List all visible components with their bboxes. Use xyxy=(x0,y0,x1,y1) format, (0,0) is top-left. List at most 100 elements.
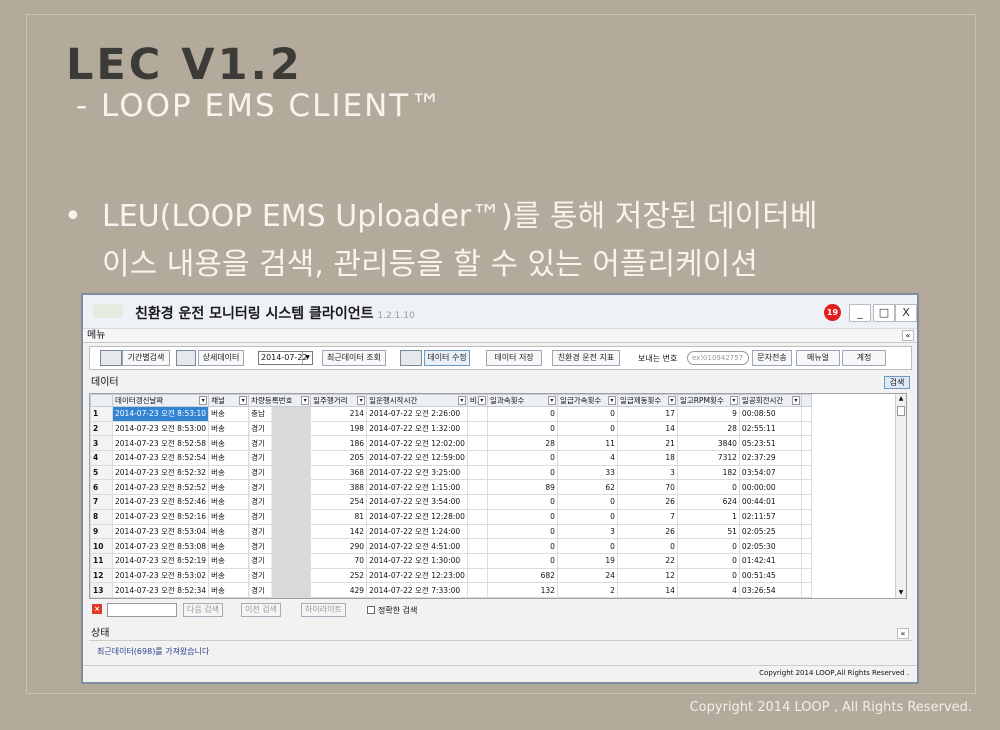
table-row[interactable]: 2 2014-07-23 오전 8:53:00 버송 경기 198 2014-07-22 … xyxy=(90,420,812,437)
table-cell[interactable]: 경기 xyxy=(248,420,312,437)
table-cell[interactable]: 368 xyxy=(310,464,368,481)
table-cell[interactable]: 버송 xyxy=(208,508,250,525)
table-cell[interactable]: 89 xyxy=(486,479,558,496)
row-number[interactable]: 9 xyxy=(90,523,113,540)
table-cell[interactable]: 0 xyxy=(486,508,558,525)
table-cell[interactable]: 2014-07-22 오전 3:25:00 xyxy=(366,464,468,481)
table-cell[interactable]: 290 xyxy=(310,538,368,554)
table-cell[interactable]: 경기 xyxy=(248,450,312,466)
table-cell[interactable] xyxy=(466,508,488,525)
filter-icon[interactable]: ▾ xyxy=(547,396,556,405)
eco-driving-index-button[interactable]: 친환경 운전 지표 xyxy=(552,350,620,366)
table-cell[interactable]: 7312 xyxy=(676,450,740,466)
table-cell[interactable]: 2014-07-23 오전 8:53:00 xyxy=(111,420,210,437)
table-cell[interactable]: 1 xyxy=(676,508,740,525)
phone-input[interactable]: ex)010942757 xyxy=(687,351,749,365)
table-cell[interactable]: 2014-07-23 오전 8:53:04 xyxy=(111,523,210,540)
table-cell[interactable]: 254 xyxy=(310,494,368,510)
table-cell[interactable]: 17 xyxy=(616,406,678,422)
column-header[interactable]: 데이터갱신날짜 ▾ xyxy=(111,394,210,407)
table-cell[interactable]: 경기 xyxy=(248,552,312,569)
row-number[interactable]: 11 xyxy=(90,552,113,569)
period-search-button[interactable]: 기간별검색 xyxy=(122,350,170,366)
table-cell[interactable]: 9 xyxy=(676,406,740,422)
notification-badge[interactable]: 19 xyxy=(824,304,841,321)
table-cell[interactable] xyxy=(466,479,488,496)
table-cell[interactable]: 12 xyxy=(616,567,678,584)
table-cell[interactable]: 경기 xyxy=(248,582,312,598)
table-cell[interactable]: 05:23:51 xyxy=(738,435,802,452)
table-cell[interactable] xyxy=(466,552,488,569)
minimize-button[interactable]: _ xyxy=(849,304,871,322)
table-cell[interactable]: 11 xyxy=(556,435,618,452)
exact-search-checkbox[interactable] xyxy=(367,606,375,614)
table-cell[interactable]: 경기 xyxy=(248,523,312,540)
table-cell[interactable]: 28 xyxy=(676,420,740,437)
table-cell[interactable]: 0 xyxy=(556,508,618,525)
table-cell[interactable] xyxy=(466,538,488,554)
table-row[interactable]: 5 2014-07-23 오전 8:52:32 버송 경기 368 2014-07-22 … xyxy=(90,464,812,481)
table-cell[interactable]: 0 xyxy=(486,464,558,481)
send-sms-button[interactable]: 문자전송 xyxy=(752,350,792,366)
table-cell[interactable]: 0 xyxy=(676,479,740,496)
table-cell[interactable]: 버송 xyxy=(208,435,250,452)
filter-icon[interactable]: ▾ xyxy=(791,396,800,405)
table-cell[interactable]: 2014-07-22 오전 2:26:00 xyxy=(366,406,468,422)
table-cell[interactable]: 0 xyxy=(486,523,558,540)
table-cell[interactable]: 26 xyxy=(616,494,678,510)
table-cell[interactable]: 버송 xyxy=(208,582,250,598)
table-cell[interactable]: 2014-07-23 오전 8:52:19 xyxy=(111,552,210,569)
chevron-down-icon[interactable]: ▼ xyxy=(302,352,312,364)
manual-button[interactable]: 메뉴얼 xyxy=(796,350,840,366)
table-cell[interactable]: 2014-07-22 오전 3:54:00 xyxy=(366,494,468,510)
table-cell[interactable]: 2014-07-23 오전 8:52:54 xyxy=(111,450,210,466)
table-cell[interactable]: 3840 xyxy=(676,435,740,452)
table-cell[interactable]: 00:00:00 xyxy=(738,479,802,496)
table-cell[interactable] xyxy=(466,435,488,452)
table-cell[interactable]: 26 xyxy=(616,523,678,540)
table-cell[interactable]: 2014-07-22 오전 1:30:00 xyxy=(366,552,468,569)
recent-data-button[interactable]: 최근데이터 조회 xyxy=(322,350,386,366)
table-cell[interactable]: 02:37:29 xyxy=(738,450,802,466)
detail-data-button[interactable]: 상세데이터 xyxy=(198,350,244,366)
table-cell[interactable]: 19 xyxy=(556,552,618,569)
table-cell[interactable]: 00:44:01 xyxy=(738,494,802,510)
table-cell[interactable]: 2014-07-23 오전 8:52:32 xyxy=(111,464,210,481)
row-number[interactable]: 8 xyxy=(90,508,113,525)
table-cell[interactable]: 2014-07-23 오전 8:53:02 xyxy=(111,567,210,584)
column-header[interactable]: 일과속횟수 ▾ xyxy=(486,394,558,407)
find-prev-button[interactable]: 이전 검색 xyxy=(241,603,281,617)
table-row[interactable]: 6 2014-07-23 오전 8:52:52 버송 경기 388 2014-07-22 … xyxy=(90,479,812,496)
table-row[interactable]: 4 2014-07-23 오전 8:52:54 버송 경기 205 2014-07-22 … xyxy=(90,450,812,466)
table-cell[interactable]: 0 xyxy=(486,494,558,510)
table-cell[interactable]: 버송 xyxy=(208,552,250,569)
table-cell[interactable]: 0 xyxy=(556,406,618,422)
search-button[interactable]: 검색 xyxy=(884,376,910,389)
table-cell[interactable]: 3 xyxy=(616,464,678,481)
table-cell[interactable]: 경기 xyxy=(248,538,312,554)
table-cell[interactable]: 0 xyxy=(676,567,740,584)
filter-icon[interactable]: ▾ xyxy=(357,396,366,405)
table-cell[interactable]: 252 xyxy=(310,567,368,584)
table-cell[interactable] xyxy=(466,450,488,466)
table-cell[interactable] xyxy=(466,464,488,481)
menu-collapse-icon[interactable]: « xyxy=(902,330,914,341)
table-cell[interactable]: 2014-07-23 오전 8:52:34 xyxy=(111,582,210,598)
table-cell[interactable]: 00:08:50 xyxy=(738,406,802,422)
table-cell[interactable]: 버송 xyxy=(208,523,250,540)
table-cell[interactable]: 2 xyxy=(556,582,618,598)
row-number[interactable]: 4 xyxy=(90,450,113,466)
table-cell[interactable]: 버송 xyxy=(208,567,250,584)
table-cell[interactable]: 4 xyxy=(676,582,740,598)
table-cell[interactable]: 70 xyxy=(616,479,678,496)
table-cell[interactable]: 2014-07-22 오전 1:24:00 xyxy=(366,523,468,540)
table-cell[interactable]: 3 xyxy=(556,523,618,540)
table-row[interactable]: 12 2014-07-23 오전 8:53:02 버송 경기 252 2014-07-22… xyxy=(90,567,812,584)
table-cell[interactable]: 18 xyxy=(616,450,678,466)
table-row[interactable]: 9 2014-07-23 오전 8:53:04 버송 경기 142 2014-07-22 … xyxy=(90,523,812,540)
table-cell[interactable]: 버송 xyxy=(208,450,250,466)
table-cell[interactable]: 142 xyxy=(310,523,368,540)
table-cell[interactable]: 33 xyxy=(556,464,618,481)
column-header[interactable]: 일운행시작시간 ▾ xyxy=(366,394,468,407)
table-cell[interactable]: 01:42:41 xyxy=(738,552,802,569)
